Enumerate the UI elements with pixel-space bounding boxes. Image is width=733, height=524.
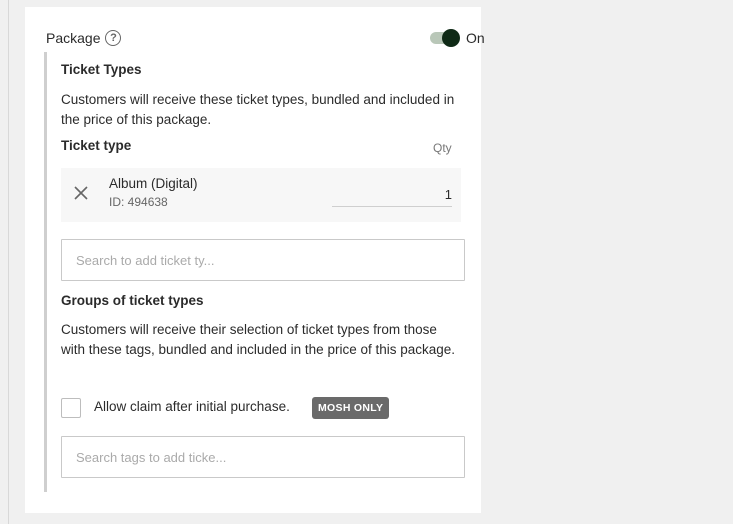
ticket-id: ID: 494638 xyxy=(109,195,168,209)
allow-claim-label: Allow claim after initial purchase. xyxy=(94,399,290,414)
qty-input[interactable] xyxy=(332,182,452,207)
groups-heading: Groups of ticket types xyxy=(61,293,204,308)
ticket-type-column-header: Ticket type xyxy=(61,138,132,153)
package-label: Package xyxy=(46,30,101,46)
package-card: Package ? On Ticket Types Customers will… xyxy=(25,7,485,513)
ticket-types-description: Customers will receive these ticket type… xyxy=(61,92,455,127)
ticket-row: Album (Digital) ID: 494638 xyxy=(61,168,461,222)
qty-column-header: Qty xyxy=(433,141,452,155)
package-header: Package ? On xyxy=(46,27,485,49)
section-indicator-bar xyxy=(44,52,47,492)
ticket-type-search-input[interactable] xyxy=(61,239,465,281)
groups-description: Customers will receive their selection o… xyxy=(61,322,456,357)
ticket-types-heading: Ticket Types xyxy=(61,62,142,77)
tag-search-input[interactable] xyxy=(61,436,465,478)
ticket-name: Album (Digital) xyxy=(109,176,198,191)
allow-claim-checkbox[interactable] xyxy=(61,398,81,418)
mosh-only-badge: MOSH ONLY xyxy=(312,397,390,419)
question-circle-icon[interactable]: ? xyxy=(105,30,122,46)
package-toggle[interactable] xyxy=(430,29,460,47)
left-panel-edge xyxy=(0,0,9,524)
toggle-state-label: On xyxy=(466,30,485,46)
toggle-knob[interactable] xyxy=(442,29,460,47)
close-icon[interactable] xyxy=(73,185,89,201)
